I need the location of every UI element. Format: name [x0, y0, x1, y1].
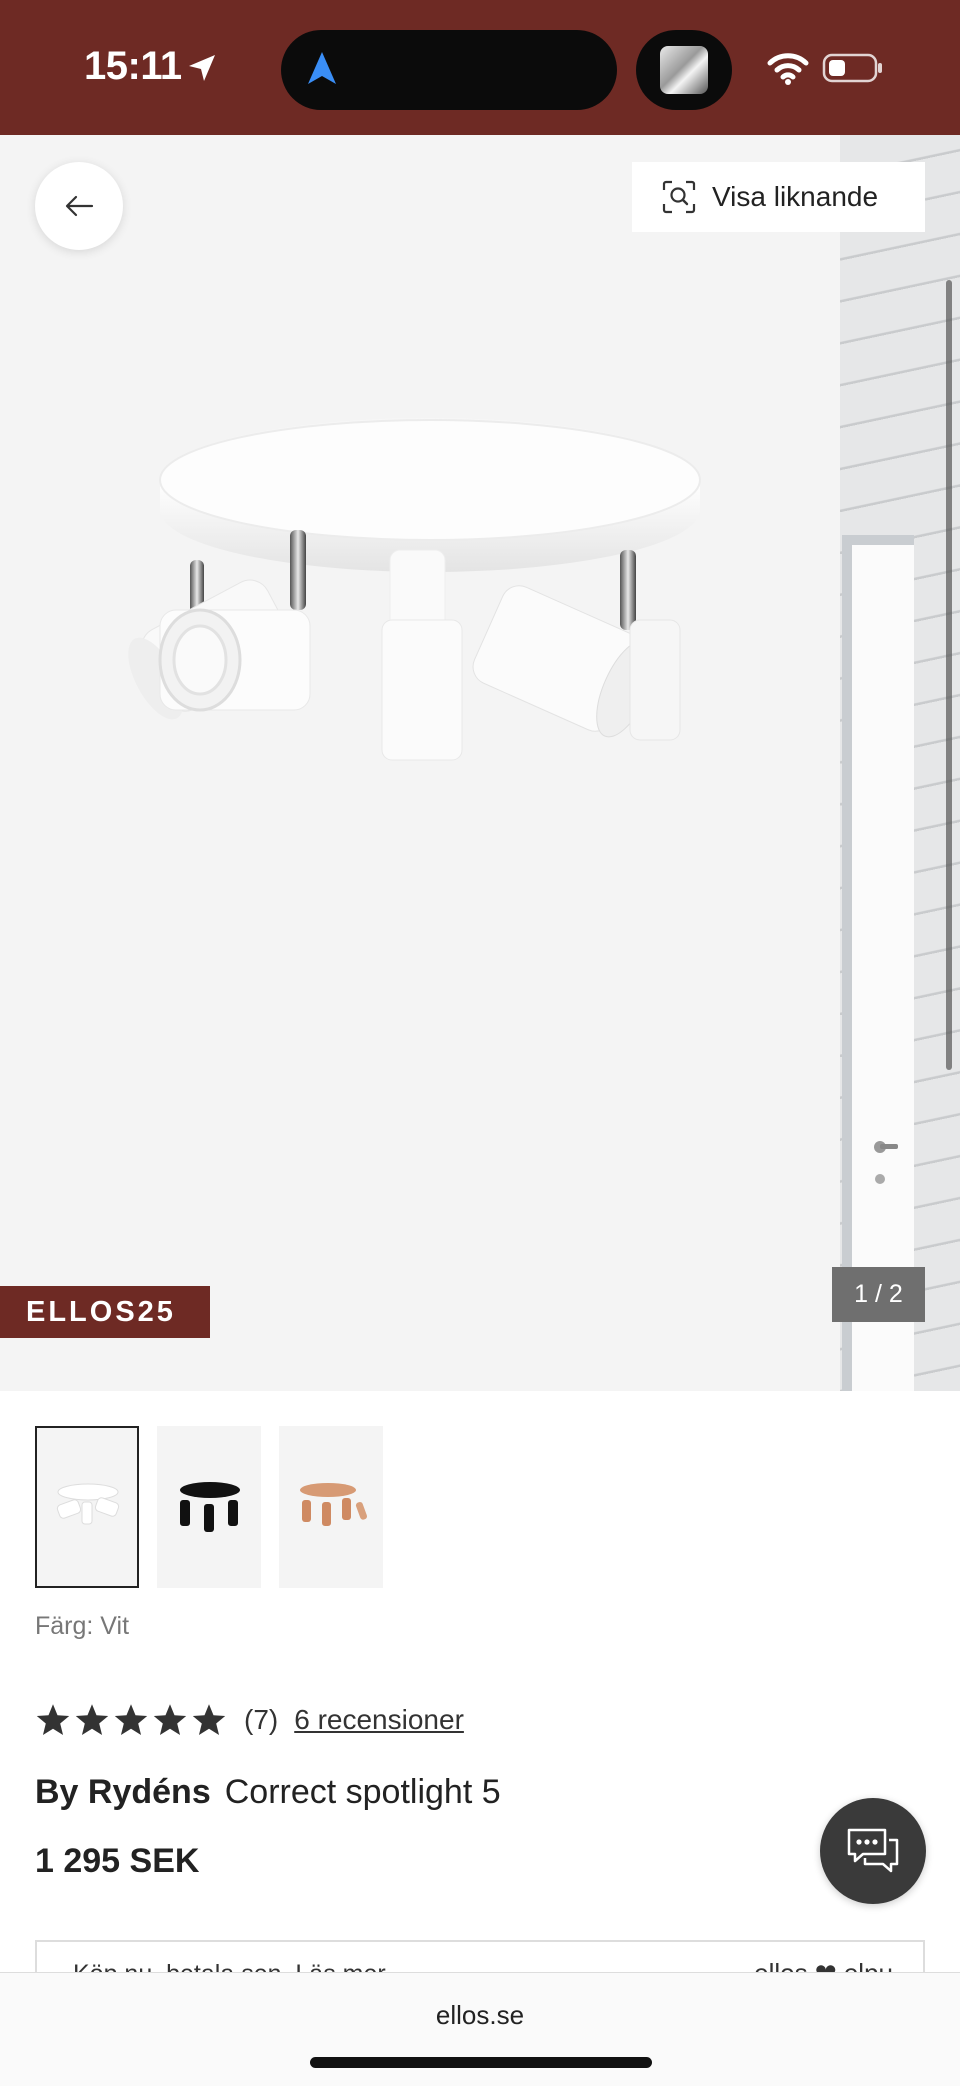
promo-code-badge: ELLOS25 [0, 1286, 210, 1338]
product-title: By Rydéns Correct spotlight 5 [35, 1773, 501, 1812]
star-icon [75, 1704, 109, 1735]
rating-count: (7) [244, 1704, 279, 1735]
visa-liknande-label: Visa liknande [712, 181, 879, 212]
star-icon [192, 1704, 226, 1735]
home-indicator[interactable] [310, 2057, 652, 2068]
copper-spotlight-thumbnail-image [300, 1483, 367, 1526]
star-icon [36, 1704, 70, 1735]
image-page-indicator: 1 / 2 [832, 1267, 925, 1322]
chat-button[interactable] [820, 1798, 926, 1904]
location-arrow-icon [189, 55, 215, 81]
navigation-icon [308, 52, 336, 84]
status-time: 15:11 [84, 44, 182, 88]
back-button[interactable] [35, 162, 123, 250]
spotlight-lamp-graphic [128, 418, 701, 761]
image-scrollbar[interactable] [946, 280, 952, 1070]
product-name: Correct spotlight 5 [224, 1773, 501, 1811]
thumbnail-black[interactable] [157, 1426, 261, 1588]
color-label: Färg: Vit [35, 1612, 130, 1640]
wifi-icon [767, 53, 809, 85]
product-price: 1 295 SEK [35, 1842, 200, 1880]
door-graphic [842, 535, 914, 1391]
star-icon [153, 1704, 187, 1735]
door-handle-graphic [874, 1141, 898, 1184]
thumbnail-copper[interactable] [279, 1426, 383, 1588]
thumbnail-white[interactable] [35, 1426, 139, 1588]
visa-liknande-button[interactable]: Visa liknande [632, 162, 925, 232]
star-icon [114, 1704, 148, 1735]
visual-search-icon [662, 180, 696, 214]
battery-icon [822, 53, 882, 83]
white-spotlight-thumbnail-image [56, 1483, 120, 1525]
black-spotlight-thumbnail-image [180, 1482, 240, 1532]
chat-bubble-icon [847, 1828, 899, 1873]
url-label[interactable]: ellos.se [0, 2000, 960, 2031]
rating-row: (7) 6 recensioner [35, 1700, 464, 1740]
reviews-link[interactable]: 6 recensioner [294, 1704, 464, 1736]
arrow-left-icon [65, 195, 94, 217]
product-brand[interactable]: By Rydéns [35, 1773, 211, 1811]
album-art-icon [660, 46, 708, 94]
